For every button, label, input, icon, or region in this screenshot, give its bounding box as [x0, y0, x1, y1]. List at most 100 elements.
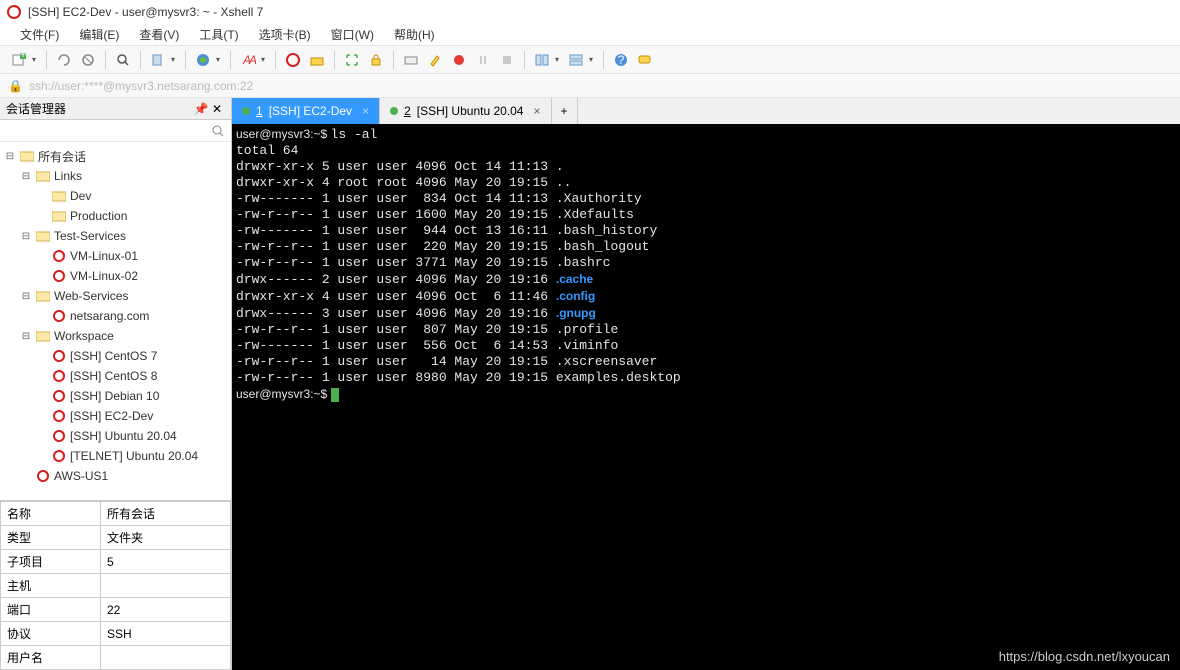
collapse-icon[interactable]: ⊟ — [20, 331, 32, 342]
layout-button[interactable] — [531, 49, 553, 71]
tree-label: [SSH] EC2-Dev — [70, 409, 153, 423]
tree-folder[interactable]: ⊟ Web-Services — [0, 286, 231, 306]
folder-icon — [35, 288, 51, 304]
prop-value: SSH — [101, 622, 231, 646]
session-icon — [51, 248, 67, 264]
menu-help[interactable]: 帮助(H) — [384, 24, 445, 45]
tree-folder[interactable]: Dev — [0, 186, 231, 206]
collapse-icon[interactable]: ⊟ — [20, 231, 32, 242]
tree-folder[interactable]: Production — [0, 206, 231, 226]
tree-session[interactable]: [SSH] EC2-Dev — [0, 406, 231, 426]
add-tab-button[interactable]: + — [552, 98, 578, 124]
tree-session[interactable]: [SSH] Debian 10 — [0, 386, 231, 406]
tree-label: Web-Services — [54, 289, 128, 303]
menu-edit[interactable]: 编辑(E) — [69, 24, 129, 45]
prop-row: 子项目5 — [1, 550, 231, 574]
tree-session[interactable]: netsarang.com — [0, 306, 231, 326]
svg-text:?: ? — [618, 53, 625, 67]
pin-icon[interactable]: 📌 — [193, 102, 209, 116]
dropdown-icon[interactable]: ▾ — [216, 55, 224, 64]
menu-tab[interactable]: 选项卡(B) — [249, 24, 321, 45]
dropdown-icon[interactable]: ▾ — [589, 55, 597, 64]
separator — [230, 51, 231, 69]
dropdown-icon[interactable]: ▾ — [261, 55, 269, 64]
new-session-button[interactable]: + — [8, 49, 30, 71]
search-icon[interactable] — [211, 124, 225, 138]
tree-folder[interactable]: ⊟ Workspace — [0, 326, 231, 346]
font-button[interactable]: AA — [237, 49, 259, 71]
session-icon — [51, 308, 67, 324]
tree-label: Dev — [70, 189, 91, 203]
close-icon[interactable]: ✕ — [209, 102, 225, 116]
disconnect-button[interactable] — [77, 49, 99, 71]
collapse-icon[interactable]: ⊟ — [20, 291, 32, 302]
fullscreen-button[interactable] — [341, 49, 363, 71]
tree-label: [SSH] Ubuntu 20.04 — [70, 429, 177, 443]
dropdown-icon[interactable]: ▾ — [555, 55, 563, 64]
lock-button[interactable] — [365, 49, 387, 71]
prop-row: 协议SSH — [1, 622, 231, 646]
prop-value: 22 — [101, 598, 231, 622]
tab-ubuntu[interactable]: 2 [SSH] Ubuntu 20.04 × — [380, 98, 551, 124]
tree-session[interactable]: AWS-US1 — [0, 466, 231, 486]
window-title: [SSH] EC2-Dev - user@mysvr3: ~ - Xshell … — [28, 5, 263, 19]
feedback-button[interactable] — [634, 49, 656, 71]
prop-key: 子项目 — [1, 550, 101, 574]
separator — [334, 51, 335, 69]
highlight-button[interactable] — [424, 49, 446, 71]
folder-icon — [51, 188, 67, 204]
color-button[interactable] — [192, 49, 214, 71]
copy-button[interactable] — [147, 49, 169, 71]
tree-root[interactable]: ⊟ 所有会话 — [0, 146, 231, 166]
close-icon[interactable]: × — [533, 104, 540, 118]
tree-label: Production — [70, 209, 127, 223]
address-bar[interactable]: 🔒 ssh://user:****@mysvr3.netsarang.com:2… — [0, 74, 1180, 98]
menu-view[interactable]: 查看(V) — [129, 24, 189, 45]
tree-session[interactable]: [SSH] Ubuntu 20.04 — [0, 426, 231, 446]
menu-file[interactable]: 文件(F) — [10, 24, 69, 45]
tree-folder[interactable]: ⊟Test-Services — [0, 226, 231, 246]
separator — [105, 51, 106, 69]
tree-session[interactable]: [SSH] CentOS 7 — [0, 346, 231, 366]
xagent-button[interactable] — [282, 49, 304, 71]
help-button[interactable]: ? — [610, 49, 632, 71]
reconnect-button[interactable] — [53, 49, 75, 71]
tree-session[interactable]: [SSH] CentOS 8 — [0, 366, 231, 386]
close-icon[interactable]: × — [362, 104, 369, 118]
keyboard-button[interactable] — [400, 49, 422, 71]
record-button[interactable] — [448, 49, 470, 71]
tree-label: Workspace — [54, 329, 114, 343]
titlebar: [SSH] EC2-Dev - user@mysvr3: ~ - Xshell … — [0, 0, 1180, 24]
prop-row: 端口22 — [1, 598, 231, 622]
prop-key: 协议 — [1, 622, 101, 646]
session-icon — [51, 348, 67, 364]
prop-row: 名称所有会话 — [1, 502, 231, 526]
stop-button[interactable] — [496, 49, 518, 71]
search-button[interactable] — [112, 49, 134, 71]
panel-title: 会话管理器 — [6, 100, 193, 117]
folder-icon — [35, 168, 51, 184]
prop-key: 端口 — [1, 598, 101, 622]
menu-tools[interactable]: 工具(T) — [189, 24, 248, 45]
tab-number: 2 — [404, 104, 411, 118]
address-text: ssh://user:****@mysvr3.netsarang.com:22 — [29, 79, 253, 93]
terminal[interactable]: user@mysvr3:~$ ls -al total 64 drwxr-xr-… — [232, 124, 1180, 670]
collapse-icon[interactable]: ⊟ — [4, 151, 16, 162]
collapse-icon[interactable]: ⊟ — [20, 171, 32, 182]
layout2-button[interactable] — [565, 49, 587, 71]
pause-button[interactable] — [472, 49, 494, 71]
tree-session[interactable]: VM-Linux-02 — [0, 266, 231, 286]
tree-label: AWS-US1 — [54, 469, 108, 483]
dropdown-icon[interactable]: ▾ — [171, 55, 179, 64]
dropdown-icon[interactable]: ▾ — [32, 55, 40, 64]
xftp-button[interactable] — [306, 49, 328, 71]
properties-table: 名称所有会话类型文件夹子项目5主机端口22协议SSH用户名 — [0, 500, 231, 670]
tab-ec2-dev[interactable]: 1 [SSH] EC2-Dev × — [232, 98, 380, 124]
tree-session[interactable]: VM-Linux-01 — [0, 246, 231, 266]
menu-window[interactable]: 窗口(W) — [321, 24, 384, 45]
tree-session[interactable]: [TELNET] Ubuntu 20.04 — [0, 446, 231, 466]
tab-number: 1 — [256, 104, 263, 118]
tree-folder[interactable]: ⊟Links — [0, 166, 231, 186]
session-icon — [51, 268, 67, 284]
tab-label: [SSH] Ubuntu 20.04 — [417, 104, 524, 118]
